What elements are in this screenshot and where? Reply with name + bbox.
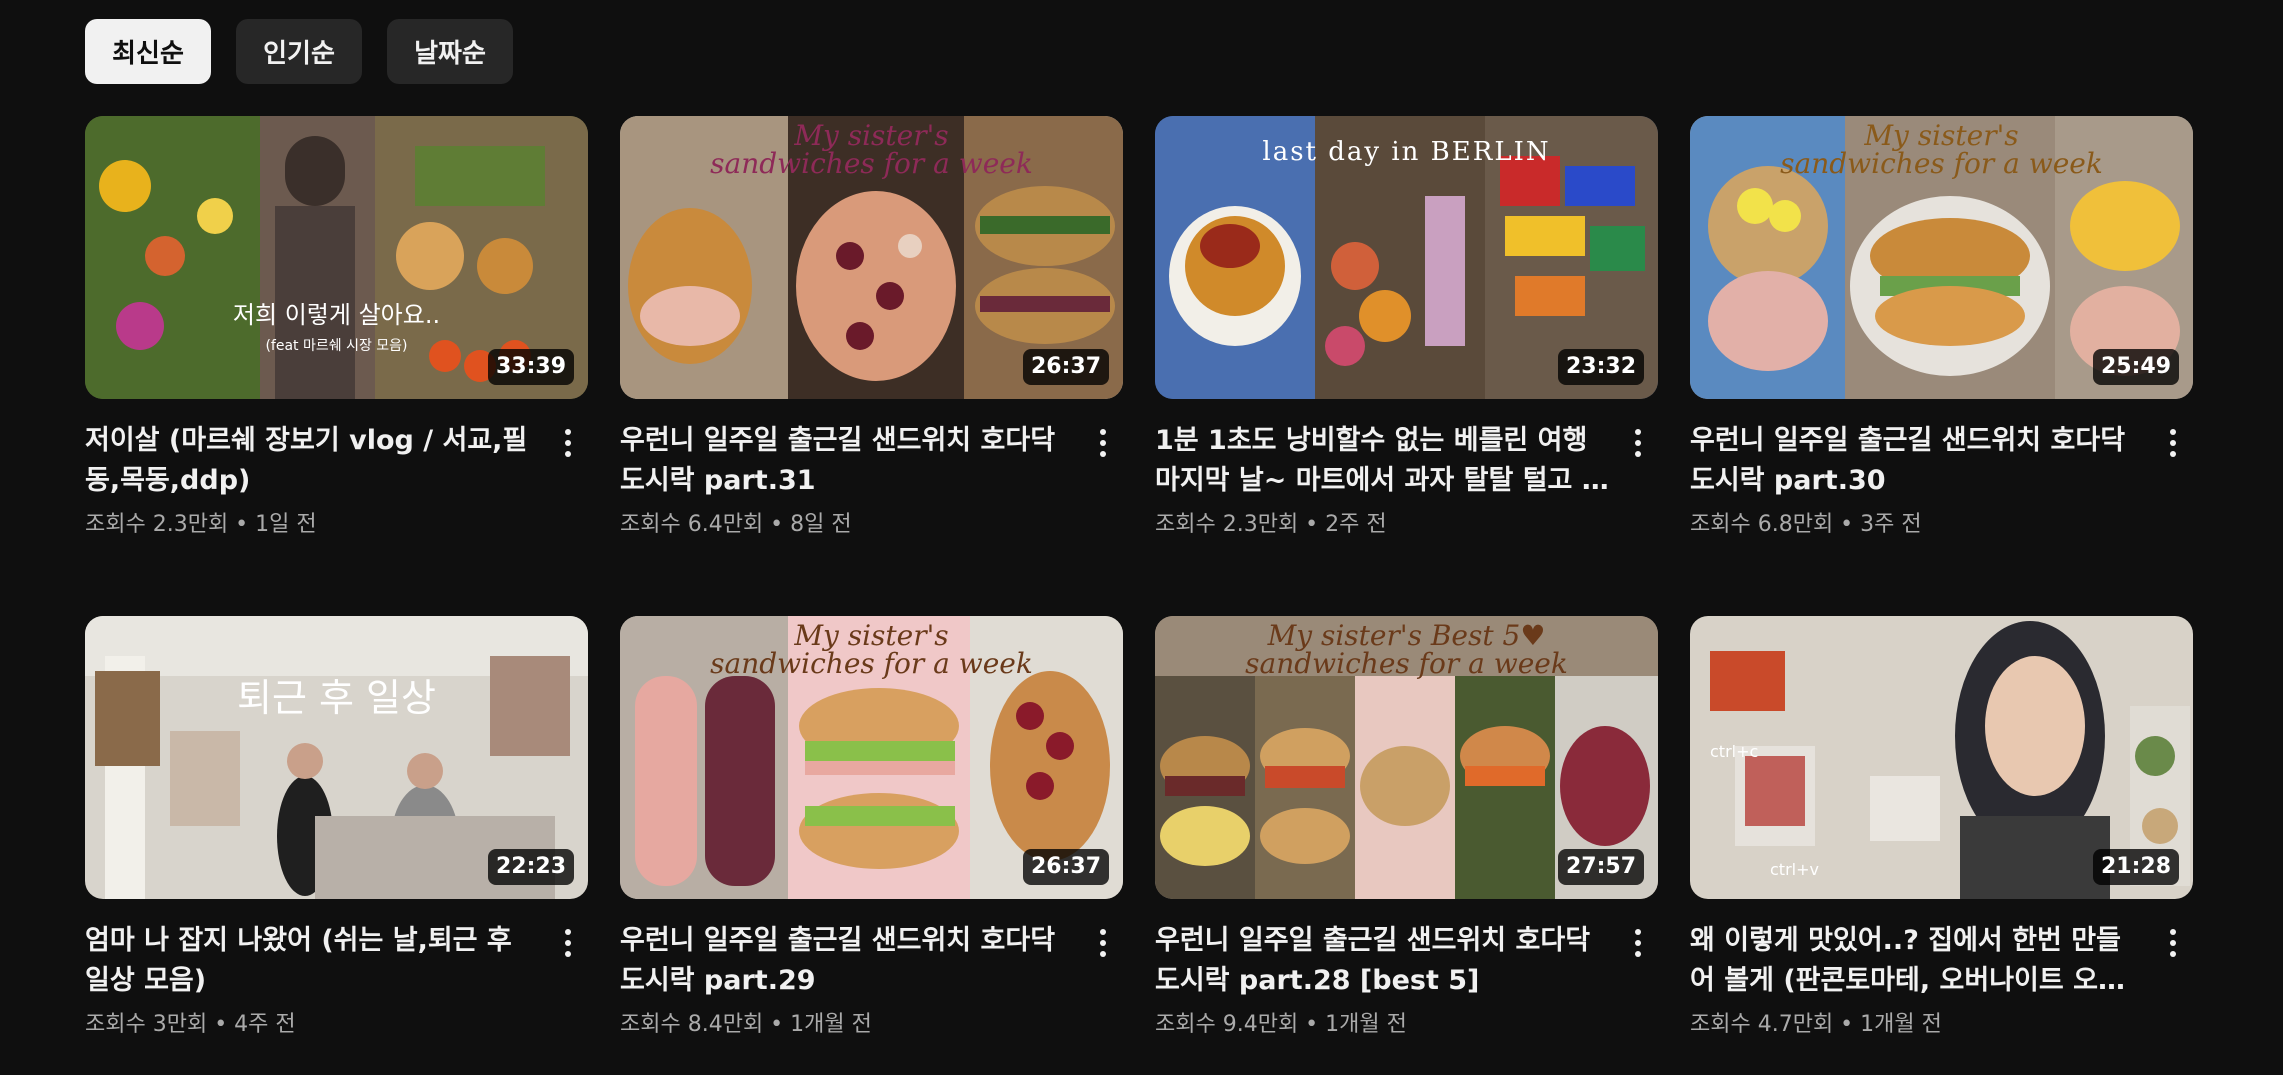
video-title[interactable]: 우런니 일주일 출근길 샌드위치 호다닥 도시락 part.28 [best 5… (1155, 921, 1610, 1001)
video-card: My sister's sandwiches for a week 26:37 … (620, 116, 1123, 569)
video-thumbnail[interactable]: 저희 이렇게 살아요.. (feat 마르쉐 시장 모음) 33:39 (85, 116, 588, 399)
video-stats: 조회수 9.4만회 • 1개월 전 (1155, 1012, 1407, 1037)
video-stats: 조회수 2.3만회 • 1일 전 (85, 512, 317, 537)
video-stats: 조회수 6.4만회 • 8일 전 (620, 512, 852, 537)
upload-age: 8일 전 (790, 512, 852, 537)
video-stats: 조회수 8.4만회 • 1개월 전 (620, 1012, 872, 1037)
upload-age: 1일 전 (255, 512, 317, 537)
video-thumbnail[interactable]: 퇴근 후 일상 22:23 (85, 616, 588, 899)
duration-badge: 27:57 (1557, 849, 1644, 885)
chip-popular[interactable]: 인기순 (236, 19, 362, 84)
video-title[interactable]: 1분 1초도 낭비할수 없는 베를린 여행 마지막 날~ 마트에서 과자 탈탈 … (1155, 421, 1610, 501)
view-count: 조회수 3만회 (85, 1012, 208, 1037)
vertical-ellipsis-icon[interactable] (2155, 923, 2191, 963)
vertical-ellipsis-icon[interactable] (550, 923, 586, 963)
vertical-ellipsis-icon[interactable] (1620, 923, 1656, 963)
upload-age: 2주 전 (1325, 512, 1387, 537)
video-meta: 왜 이렇게 맛있어..? 집에서 한번 만들어 볼게 (판콘토마테, 오버나이트… (1690, 921, 2193, 1041)
video-title[interactable]: 저이살 (마르쉐 장보기 vlog / 서교,필동,목동,ddp) (85, 421, 540, 501)
duration-badge: 23:32 (1557, 349, 1644, 385)
video-card: My sister's Best 5♥ sandwiches for a wee… (1155, 616, 1658, 1069)
upload-age: 3주 전 (1860, 512, 1922, 537)
video-thumbnail[interactable]: My sister's sandwiches for a week 26:37 (620, 616, 1123, 899)
duration-badge: 22:23 (487, 849, 574, 885)
video-meta: 우런니 일주일 출근길 샌드위치 호다닥 도시락 part.29 조회수 8.4… (620, 921, 1123, 1041)
duration-badge: 26:37 (1022, 349, 1109, 385)
view-count: 조회수 8.4만회 (620, 1012, 764, 1037)
video-meta: 엄마 나 잡지 나왔어 (쉬는 날,퇴근 후 일상 모음) 조회수 3만회 • … (85, 921, 588, 1041)
video-title[interactable]: 엄마 나 잡지 나왔어 (쉬는 날,퇴근 후 일상 모음) (85, 921, 540, 1001)
chip-oldest[interactable]: 날짜순 (387, 19, 513, 84)
video-title[interactable]: 우런니 일주일 출근길 샌드위치 호다닥 도시락 part.30 (1690, 421, 2145, 501)
video-stats: 조회수 3만회 • 4주 전 (85, 1012, 296, 1037)
video-stats: 조회수 2.3만회 • 2주 전 (1155, 512, 1387, 537)
video-meta: 우런니 일주일 출근길 샌드위치 호다닥 도시락 part.31 조회수 6.4… (620, 421, 1123, 541)
video-title[interactable]: 왜 이렇게 맛있어..? 집에서 한번 만들어 볼게 (판콘토마테, 오버나이트… (1690, 921, 2145, 1001)
video-meta: 1분 1초도 낭비할수 없는 베를린 여행 마지막 날~ 마트에서 과자 탈탈 … (1155, 421, 1658, 541)
video-card: last day in BERLIN 23:32 1분 1초도 낭비할수 없는 … (1155, 116, 1658, 569)
view-count: 조회수 4.7만회 (1690, 1012, 1834, 1037)
video-title[interactable]: 우런니 일주일 출근길 샌드위치 호다닥 도시락 part.31 (620, 421, 1075, 501)
view-count: 조회수 6.4만회 (620, 512, 764, 537)
chip-latest[interactable]: 최신순 (85, 19, 211, 84)
vertical-ellipsis-icon[interactable] (2155, 423, 2191, 463)
video-thumbnail[interactable]: My sister's Best 5♥ sandwiches for a wee… (1155, 616, 1658, 899)
video-thumbnail[interactable]: My sister's sandwiches for a week 25:49 (1690, 116, 2193, 399)
video-meta: 우런니 일주일 출근길 샌드위치 호다닥 도시락 part.30 조회수 6.8… (1690, 421, 2193, 541)
video-title[interactable]: 우런니 일주일 출근길 샌드위치 호다닥 도시락 part.29 (620, 921, 1075, 1001)
video-thumbnail[interactable]: last day in BERLIN 23:32 (1155, 116, 1658, 399)
video-card: 퇴근 후 일상 22:23 엄마 나 잡지 나왔어 (쉬는 날,퇴근 후 일상 … (85, 616, 588, 1069)
vertical-ellipsis-icon[interactable] (550, 423, 586, 463)
video-card: 저희 이렇게 살아요.. (feat 마르쉐 시장 모음) 33:39 저이살 … (85, 116, 588, 569)
vertical-ellipsis-icon[interactable] (1620, 423, 1656, 463)
duration-badge: 33:39 (487, 349, 574, 385)
upload-age: 1개월 전 (790, 1012, 872, 1037)
video-meta: 우런니 일주일 출근길 샌드위치 호다닥 도시락 part.28 [best 5… (1155, 921, 1658, 1041)
vertical-ellipsis-icon[interactable] (1085, 923, 1121, 963)
video-stats: 조회수 4.7만회 • 1개월 전 (1690, 1012, 1942, 1037)
upload-age: 4주 전 (234, 1012, 296, 1037)
video-list-page: 최신순 인기순 날짜순 저희 이렇게 살아요.. (feat 마르쉐 시장 모음… (0, 0, 2283, 1075)
view-count: 조회수 2.3만회 (85, 512, 229, 537)
video-card: ctrl+c ctrl+v 21:28 왜 이렇게 맛있어..? 집에서 한번 … (1690, 616, 2193, 1069)
video-meta: 저이살 (마르쉐 장보기 vlog / 서교,필동,목동,ddp) 조회수 2.… (85, 421, 588, 541)
duration-badge: 25:49 (2092, 349, 2179, 385)
duration-badge: 26:37 (1022, 849, 1109, 885)
duration-badge: 21:28 (2092, 849, 2179, 885)
video-grid: 저희 이렇게 살아요.. (feat 마르쉐 시장 모음) 33:39 저이살 … (85, 116, 2193, 1069)
view-count: 조회수 6.8만회 (1690, 512, 1834, 537)
view-count: 조회수 9.4만회 (1155, 1012, 1299, 1037)
upload-age: 1개월 전 (1860, 1012, 1942, 1037)
video-card: My sister's sandwiches for a week 25:49 … (1690, 116, 2193, 569)
video-thumbnail[interactable]: ctrl+c ctrl+v 21:28 (1690, 616, 2193, 899)
upload-age: 1개월 전 (1325, 1012, 1407, 1037)
video-card: My sister's sandwiches for a week 26:37 … (620, 616, 1123, 1069)
sort-chips: 최신순 인기순 날짜순 (85, 19, 513, 84)
video-stats: 조회수 6.8만회 • 3주 전 (1690, 512, 1922, 537)
view-count: 조회수 2.3만회 (1155, 512, 1299, 537)
video-thumbnail[interactable]: My sister's sandwiches for a week 26:37 (620, 116, 1123, 399)
vertical-ellipsis-icon[interactable] (1085, 423, 1121, 463)
